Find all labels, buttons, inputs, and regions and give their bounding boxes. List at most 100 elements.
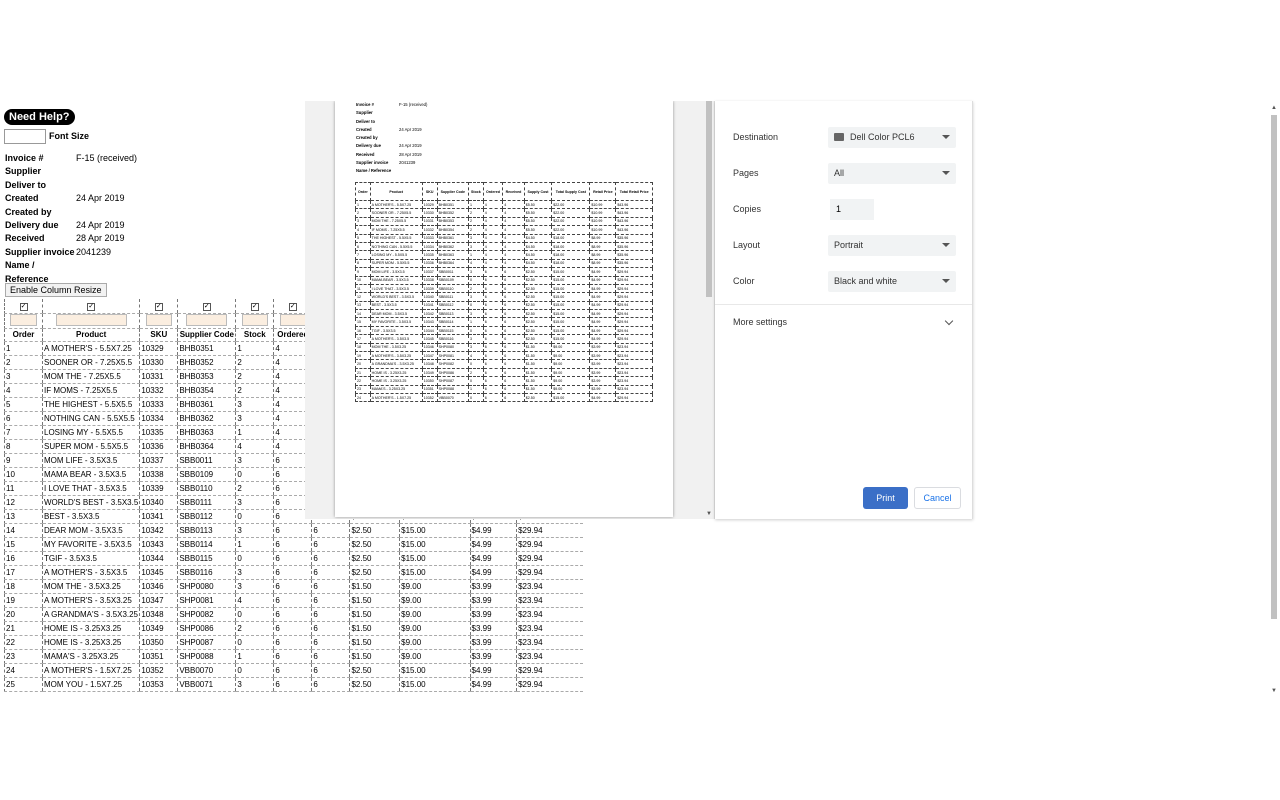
preview-cell: $9.00	[551, 367, 591, 378]
preview-cell: 2	[468, 367, 484, 378]
pages-select[interactable]: All	[828, 162, 956, 184]
table-cell: 6	[273, 523, 312, 538]
preview-cell: 10346	[421, 342, 438, 353]
preview-row: 12 WORLD'S BEST - 3.5X3.5 10340 SBB0111 3 6 6 $…	[355, 292, 653, 302]
table-cell: $2.50	[349, 537, 400, 552]
filter-input[interactable]	[10, 313, 37, 326]
table-cell: 6	[273, 593, 312, 608]
table-cell: 10343	[139, 537, 178, 552]
preview-cell: A GRANDMA'S - 3.5X3.25	[369, 359, 423, 369]
table-cell: BHB0351	[177, 341, 236, 356]
color-select[interactable]: Black and white	[828, 270, 956, 292]
table-cell: 1	[235, 341, 274, 356]
filter-input[interactable]	[241, 313, 268, 326]
table-cell: 9	[4, 453, 43, 468]
column-toggle-cell: ✓	[177, 299, 236, 314]
cancel-button[interactable]: Cancel	[914, 487, 961, 509]
table-cell: 22	[4, 635, 43, 650]
preview-cell: 6	[482, 359, 504, 369]
column-header[interactable]: Supplier Code	[177, 328, 236, 342]
preview-cell: 6	[482, 392, 504, 403]
table-cell: 3	[235, 411, 274, 426]
preview-cell: MOM THE - 7.25X5.5	[369, 216, 423, 227]
column-header[interactable]: SKU	[139, 328, 178, 342]
meta-value: 28 Apr 2019	[399, 151, 422, 157]
table-cell: 10350	[139, 635, 178, 650]
font-size-input[interactable]	[4, 129, 46, 144]
layout-value: Portrait	[834, 240, 864, 250]
filter-input[interactable]	[279, 313, 306, 326]
table-cell: 6	[273, 621, 312, 636]
column-header[interactable]: Stock	[235, 328, 274, 342]
column-header[interactable]: Product	[41, 328, 140, 342]
meta-key: Delivery due	[5, 219, 59, 230]
preview-cell: 4	[502, 199, 525, 210]
meta-value: 24 Apr 2019	[399, 143, 422, 149]
table-cell: 6	[273, 663, 312, 678]
need-help-button[interactable]: Need Help?	[4, 109, 75, 125]
table-cell: LOSING MY - 5.5X5.5	[41, 425, 140, 440]
meta-key: Created by	[5, 206, 52, 217]
preview-cell: 2	[468, 283, 484, 294]
table-cell: SHP0086	[177, 621, 236, 636]
preview-scrollbar[interactable]: ▼	[704, 101, 714, 519]
checkbox-icon[interactable]: ✓	[154, 302, 163, 311]
preview-cell: $4.99	[589, 267, 617, 277]
column-header[interactable]: Order	[4, 328, 43, 342]
table-cell: 6	[273, 579, 312, 594]
table-cell: 6	[311, 565, 350, 580]
destination-select[interactable]: Dell Color PCL6	[828, 126, 956, 148]
layout-select[interactable]: Portrait	[828, 234, 956, 256]
table-cell: MOM THE - 3.5X3.25	[41, 579, 140, 594]
checkbox-icon[interactable]: ✓	[19, 302, 28, 311]
table-cell: $2.50	[349, 523, 400, 538]
preview-cell: SBB0115	[436, 325, 470, 336]
preview-cell: SHP0088	[436, 384, 470, 395]
invoice-meta: Invoice # F-15 (received) Supplier Deliver …	[5, 152, 137, 284]
preview-cell: 6	[502, 342, 525, 353]
preview-cell: 0	[468, 275, 484, 285]
checkbox-icon[interactable]: ✓	[250, 302, 259, 311]
page-scrollbar[interactable]: ▲ ▼	[1268, 101, 1280, 697]
scroll-down-arrow-icon[interactable]: ▼	[706, 511, 712, 517]
checkbox-icon[interactable]: ✓	[288, 302, 297, 311]
meta-key: Supplier	[356, 110, 373, 116]
preview-cell: 23	[355, 384, 371, 395]
table-cell: MOM LIFE - 3.5X3.5	[41, 453, 140, 468]
preview-cell: 6	[502, 359, 525, 369]
preview-cell: $2.50	[523, 300, 553, 311]
preview-cell: 6	[482, 325, 504, 336]
preview-cell: $10.99	[589, 208, 617, 218]
table-cell: $3.99	[469, 607, 517, 622]
filter-input[interactable]	[186, 313, 228, 326]
scroll-up-arrow-icon[interactable]: ▲	[1271, 105, 1277, 111]
table-cell: 25	[4, 677, 43, 692]
preview-header-row: Order Product SKU Supplier Code Stock Ordered…	[355, 182, 653, 201]
preview-cell: $35.96	[615, 233, 653, 243]
preview-cell: $3.99	[589, 342, 617, 353]
scroll-down-arrow-icon[interactable]: ▼	[1271, 688, 1277, 694]
table-cell: SBB0110	[177, 481, 236, 496]
table-cell: $29.94	[516, 537, 584, 552]
preview-cell: $43.96	[615, 216, 653, 227]
preview-cell: 6	[482, 367, 504, 378]
table-cell: SOONER OR - 7.25X5.5	[41, 355, 140, 370]
preview-cell: $3.99	[589, 367, 617, 378]
copies-input[interactable]: 1	[830, 198, 874, 220]
filter-input[interactable]	[55, 313, 127, 326]
table-cell: 2	[235, 383, 274, 398]
enable-column-resize-button[interactable]: Enable Column Resize	[5, 283, 107, 297]
filter-input[interactable]	[145, 313, 172, 326]
preview-cell: A MOTHER'S - 5.5X7.25	[369, 199, 423, 210]
preview-cell: $8.99	[589, 258, 617, 269]
more-settings-label: More settings	[733, 317, 788, 327]
preview-cell: $8.99	[589, 250, 617, 260]
table-cell: BHB0352	[177, 355, 236, 370]
checkbox-icon[interactable]: ✓	[87, 302, 96, 311]
table-cell: A MOTHER'S - 5.5X7.25	[41, 341, 140, 356]
checkbox-icon[interactable]: ✓	[202, 302, 211, 311]
more-settings-toggle[interactable]: More settings	[733, 311, 956, 333]
preview-cell: A MOTHER'S - 3.5X3.25	[369, 351, 423, 361]
preview-cell: $8.99	[589, 233, 617, 243]
print-button[interactable]: Print	[863, 487, 908, 509]
